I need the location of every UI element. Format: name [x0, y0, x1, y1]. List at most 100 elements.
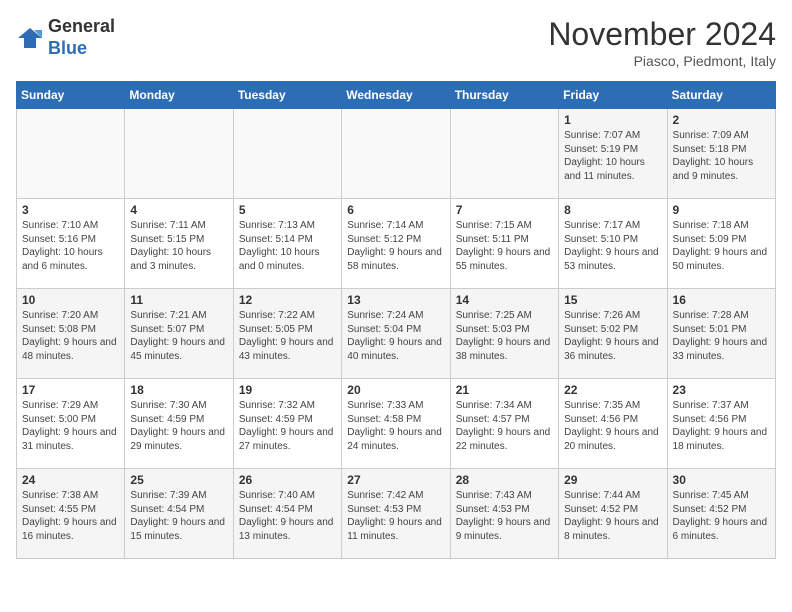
col-header-friday: Friday [559, 82, 667, 109]
day-info: Sunrise: 7:17 AM Sunset: 5:10 PM Dayligh… [564, 219, 661, 273]
location-subtitle: Piasco, Piedmont, Italy [548, 53, 776, 69]
col-header-saturday: Saturday [667, 82, 775, 109]
calendar-day: 10 Sunrise: 7:20 AM Sunset: 5:08 PM Dayli… [17, 289, 125, 379]
day-number: 7 [456, 203, 553, 217]
calendar-day: 1 Sunrise: 7:07 AM Sunset: 5:19 PM Daylig… [559, 109, 667, 199]
day-number: 20 [347, 383, 444, 397]
col-header-sunday: Sunday [17, 82, 125, 109]
day-number: 21 [456, 383, 553, 397]
calendar-day: 15 Sunrise: 7:26 AM Sunset: 5:02 PM Dayli… [559, 289, 667, 379]
day-number: 10 [22, 293, 119, 307]
day-number: 5 [239, 203, 336, 217]
day-number: 28 [456, 473, 553, 487]
calendar-day: 27Sunrise: 7:42 AM Sunset: 4:53 PM Dayli… [342, 469, 450, 559]
logo-line1: General [48, 16, 115, 38]
day-info: Sunrise: 7:38 AM Sunset: 4:55 PM Dayligh… [22, 489, 119, 543]
calendar-day: 23 Sunrise: 7:37 AM Sunset: 4:56 PM Dayli… [667, 379, 775, 469]
day-number: 15 [564, 293, 661, 307]
day-number: 22 [564, 383, 661, 397]
col-header-monday: Monday [125, 82, 233, 109]
calendar-day: 22 Sunrise: 7:35 AM Sunset: 4:56 PM Dayli… [559, 379, 667, 469]
day-info: Sunrise: 7:28 AM Sunset: 5:01 PM Dayligh… [673, 309, 770, 363]
day-number: 3 [22, 203, 119, 217]
calendar-day: 2 Sunrise: 7:09 AM Sunset: 5:18 PM Daylig… [667, 109, 775, 199]
calendar-day: 8 Sunrise: 7:17 AM Sunset: 5:10 PM Daylig… [559, 199, 667, 289]
calendar-day: 21 Sunrise: 7:34 AM Sunset: 4:57 PM Dayli… [450, 379, 558, 469]
day-number: 14 [456, 293, 553, 307]
logo-icon [16, 24, 44, 52]
calendar-day: 18 Sunrise: 7:30 AM Sunset: 4:59 PM Dayli… [125, 379, 233, 469]
month-title: November 2024 [548, 16, 776, 53]
col-header-thursday: Thursday [450, 82, 558, 109]
logo: General Blue [16, 16, 115, 59]
day-info: Sunrise: 7:09 AM Sunset: 5:18 PM Dayligh… [673, 129, 770, 183]
calendar-day: 25Sunrise: 7:39 AM Sunset: 4:54 PM Dayli… [125, 469, 233, 559]
day-info: Sunrise: 7:40 AM Sunset: 4:54 PM Dayligh… [239, 489, 336, 543]
calendar-day: 24Sunrise: 7:38 AM Sunset: 4:55 PM Dayli… [17, 469, 125, 559]
calendar-day [450, 109, 558, 199]
calendar-day: 7 Sunrise: 7:15 AM Sunset: 5:11 PM Daylig… [450, 199, 558, 289]
day-info: Sunrise: 7:29 AM Sunset: 5:00 PM Dayligh… [22, 399, 119, 453]
calendar-day: 5 Sunrise: 7:13 AM Sunset: 5:14 PM Daylig… [233, 199, 341, 289]
day-info: Sunrise: 7:34 AM Sunset: 4:57 PM Dayligh… [456, 399, 553, 453]
calendar-week-2: 3 Sunrise: 7:10 AM Sunset: 5:16 PM Daylig… [17, 199, 776, 289]
calendar-table: SundayMondayTuesdayWednesdayThursdayFrid… [16, 81, 776, 559]
day-number: 26 [239, 473, 336, 487]
day-info: Sunrise: 7:25 AM Sunset: 5:03 PM Dayligh… [456, 309, 553, 363]
day-number: 8 [564, 203, 661, 217]
day-info: Sunrise: 7:45 AM Sunset: 4:52 PM Dayligh… [673, 489, 770, 543]
day-number: 6 [347, 203, 444, 217]
calendar-day: 28 Sunrise: 7:43 AM Sunset: 4:53 PM Dayli… [450, 469, 558, 559]
calendar-day: 30 Sunrise: 7:45 AM Sunset: 4:52 PM Dayli… [667, 469, 775, 559]
title-block: November 2024 Piasco, Piedmont, Italy [548, 16, 776, 69]
day-info: Sunrise: 7:20 AM Sunset: 5:08 PM Dayligh… [22, 309, 119, 363]
day-info: Sunrise: 7:18 AM Sunset: 5:09 PM Dayligh… [673, 219, 770, 273]
calendar-day: 14 Sunrise: 7:25 AM Sunset: 5:03 PM Dayli… [450, 289, 558, 379]
calendar-day [17, 109, 125, 199]
day-number: 25 [130, 473, 227, 487]
calendar-day: 6 Sunrise: 7:14 AM Sunset: 5:12 PM Daylig… [342, 199, 450, 289]
day-info: Sunrise: 7:43 AM Sunset: 4:53 PM Dayligh… [456, 489, 553, 543]
day-number: 1 [564, 113, 661, 127]
day-info: Sunrise: 7:44 AM Sunset: 4:52 PM Dayligh… [564, 489, 661, 543]
day-number: 9 [673, 203, 770, 217]
calendar-day [233, 109, 341, 199]
col-header-tuesday: Tuesday [233, 82, 341, 109]
day-info: Sunrise: 7:07 AM Sunset: 5:19 PM Dayligh… [564, 129, 661, 183]
day-info: Sunrise: 7:15 AM Sunset: 5:11 PM Dayligh… [456, 219, 553, 273]
day-number: 23 [673, 383, 770, 397]
day-number: 19 [239, 383, 336, 397]
calendar-day: 13Sunrise: 7:24 AM Sunset: 5:04 PM Dayli… [342, 289, 450, 379]
day-info: Sunrise: 7:14 AM Sunset: 5:12 PM Dayligh… [347, 219, 444, 273]
day-number: 11 [130, 293, 227, 307]
day-info: Sunrise: 7:22 AM Sunset: 5:05 PM Dayligh… [239, 309, 336, 363]
calendar-day: 4 Sunrise: 7:11 AM Sunset: 5:15 PM Daylig… [125, 199, 233, 289]
calendar-day: 20 Sunrise: 7:33 AM Sunset: 4:58 PM Dayli… [342, 379, 450, 469]
calendar-day [125, 109, 233, 199]
day-info: Sunrise: 7:26 AM Sunset: 5:02 PM Dayligh… [564, 309, 661, 363]
day-info: Sunrise: 7:10 AM Sunset: 5:16 PM Dayligh… [22, 219, 119, 273]
calendar-week-5: 24Sunrise: 7:38 AM Sunset: 4:55 PM Dayli… [17, 469, 776, 559]
day-info: Sunrise: 7:33 AM Sunset: 4:58 PM Dayligh… [347, 399, 444, 453]
calendar-day: 3 Sunrise: 7:10 AM Sunset: 5:16 PM Daylig… [17, 199, 125, 289]
calendar-day: 29 Sunrise: 7:44 AM Sunset: 4:52 PM Dayli… [559, 469, 667, 559]
calendar-day: 11 Sunrise: 7:21 AM Sunset: 5:07 PM Dayli… [125, 289, 233, 379]
day-number: 29 [564, 473, 661, 487]
day-info: Sunrise: 7:24 AM Sunset: 5:04 PM Dayligh… [347, 309, 444, 363]
day-info: Sunrise: 7:30 AM Sunset: 4:59 PM Dayligh… [130, 399, 227, 453]
day-info: Sunrise: 7:21 AM Sunset: 5:07 PM Dayligh… [130, 309, 227, 363]
logo-line2: Blue [48, 38, 115, 60]
day-info: Sunrise: 7:37 AM Sunset: 4:56 PM Dayligh… [673, 399, 770, 453]
calendar-day [342, 109, 450, 199]
day-info: Sunrise: 7:35 AM Sunset: 4:56 PM Dayligh… [564, 399, 661, 453]
day-number: 4 [130, 203, 227, 217]
calendar-week-3: 10 Sunrise: 7:20 AM Sunset: 5:08 PM Dayli… [17, 289, 776, 379]
day-number: 18 [130, 383, 227, 397]
day-number: 16 [673, 293, 770, 307]
day-info: Sunrise: 7:11 AM Sunset: 5:15 PM Dayligh… [130, 219, 227, 273]
day-info: Sunrise: 7:13 AM Sunset: 5:14 PM Dayligh… [239, 219, 336, 273]
calendar-day: 26 Sunrise: 7:40 AM Sunset: 4:54 PM Dayli… [233, 469, 341, 559]
day-number: 2 [673, 113, 770, 127]
calendar-day: 16 Sunrise: 7:28 AM Sunset: 5:01 PM Dayli… [667, 289, 775, 379]
day-number: 30 [673, 473, 770, 487]
